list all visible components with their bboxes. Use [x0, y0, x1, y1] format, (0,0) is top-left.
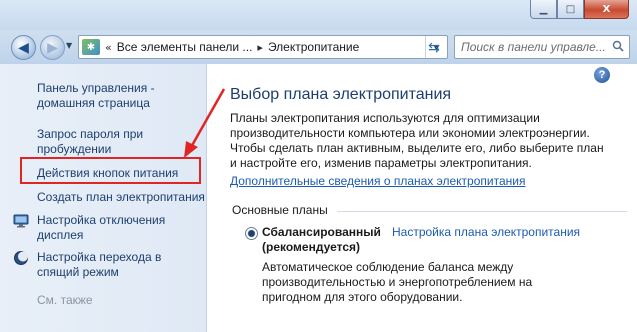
more-info-link[interactable]: Дополнительные сведения о планах электро… — [230, 174, 525, 188]
section-heading: Основные планы — [232, 203, 328, 217]
window-controls: ▁ □ X — [530, 0, 629, 19]
plan-name[interactable]: Сбалансированный (рекомендуется) — [262, 225, 381, 255]
sidebar-item-label: Настройка отключения — [37, 213, 166, 227]
sidebar-item-label: Создать план электропитания — [37, 190, 205, 204]
sidebar-item-label: спящий режим — [37, 265, 119, 279]
forward-button[interactable]: ▶ — [40, 35, 65, 60]
search-box[interactable] — [454, 35, 630, 59]
sidebar-item-label: пробуждении — [37, 142, 112, 156]
description-line: Чтобы сделать план активным, выделите ег… — [230, 141, 604, 155]
description-line: Планы электропитания используются для оп… — [230, 111, 540, 125]
annotation-arrow — [184, 88, 226, 158]
sidebar-item-display-off[interactable]: Настройка отключения дисплея — [37, 213, 165, 243]
sleep-moon-icon — [14, 251, 28, 265]
plan-description-line: Автоматическое соблюдение баланса между — [262, 260, 514, 274]
address-bar[interactable]: ✱ « Все элементы панели ... ▸ Электропит… — [78, 35, 448, 59]
plan-description-line: производительностью и энергопотреблением… — [262, 275, 533, 289]
plan-name-line: Сбалансированный — [262, 225, 381, 239]
sidebar-item-sleep[interactable]: Настройка перехода в спящий режим — [37, 250, 161, 280]
sidebar-item-control-panel-home[interactable]: Панель управления - домашняя страница — [37, 81, 155, 111]
back-button[interactable]: ◀ — [11, 35, 36, 60]
close-button[interactable]: X — [584, 0, 629, 19]
page-description: Планы электропитания используются для оп… — [230, 111, 630, 171]
control-panel-icon: ✱ — [82, 39, 100, 55]
minimize-button[interactable]: ▁ — [530, 0, 557, 19]
sidebar-item-label: Запрос пароля при — [37, 127, 144, 141]
sidebar-item-label: дисплея — [37, 228, 84, 242]
search-input[interactable] — [455, 36, 605, 58]
search-icon[interactable] — [612, 40, 624, 52]
maximize-button[interactable]: □ — [557, 0, 584, 19]
breadcrumb-power-options[interactable]: Электропитание — [268, 40, 359, 54]
description-line: и настройте его, изменив параметры элект… — [230, 156, 532, 170]
see-also-heading: См. также — [37, 293, 93, 307]
sidebar-item-label: домашняя страница — [37, 96, 150, 110]
plan-description: Автоматическое соблюдение баланса между … — [262, 260, 532, 305]
display-icon — [13, 214, 29, 228]
balanced-plan-radio[interactable] — [245, 227, 258, 240]
section-divider — [337, 211, 627, 212]
page-title: Выбор плана электропитания — [230, 86, 452, 103]
sidebar-item-label: Панель управления - — [37, 81, 155, 95]
breadcrumb-separator-icon[interactable]: ▸ — [257, 41, 263, 54]
main-panel: ? Выбор плана электропитания Планы элект… — [207, 64, 637, 332]
breadcrumb-overflow[interactable]: « — [105, 41, 112, 54]
sidebar-item-create-plan[interactable]: Создать план электропитания — [37, 190, 205, 205]
plan-description-line: пригодном для этого оборудовании. — [262, 290, 463, 304]
navigation-bar: ◀ ▶ ▼ ✱ « Все элементы панели ... ▸ Элек… — [0, 30, 637, 64]
sidebar-item-label: Настройка перехода в — [37, 250, 162, 264]
plan-name-line: (рекомендуется) — [262, 240, 361, 254]
sidebar-item-wake-password[interactable]: Запрос пароля при пробуждении — [37, 127, 143, 157]
title-bar: ▁ □ X — [0, 0, 637, 30]
refresh-icon[interactable]: ⇆ — [424, 39, 444, 57]
highlight-box — [20, 157, 201, 184]
description-line: производительности компьютера или эконом… — [230, 126, 590, 140]
plan-settings-link[interactable]: Настройка плана электропитания — [392, 225, 580, 239]
breadcrumb-all-items[interactable]: Все элементы панели ... — [117, 40, 253, 54]
help-icon[interactable]: ? — [594, 67, 610, 83]
sidebar: Панель управления - домашняя страница За… — [0, 64, 207, 332]
recent-pages-dropdown-icon[interactable]: ▼ — [66, 41, 72, 50]
